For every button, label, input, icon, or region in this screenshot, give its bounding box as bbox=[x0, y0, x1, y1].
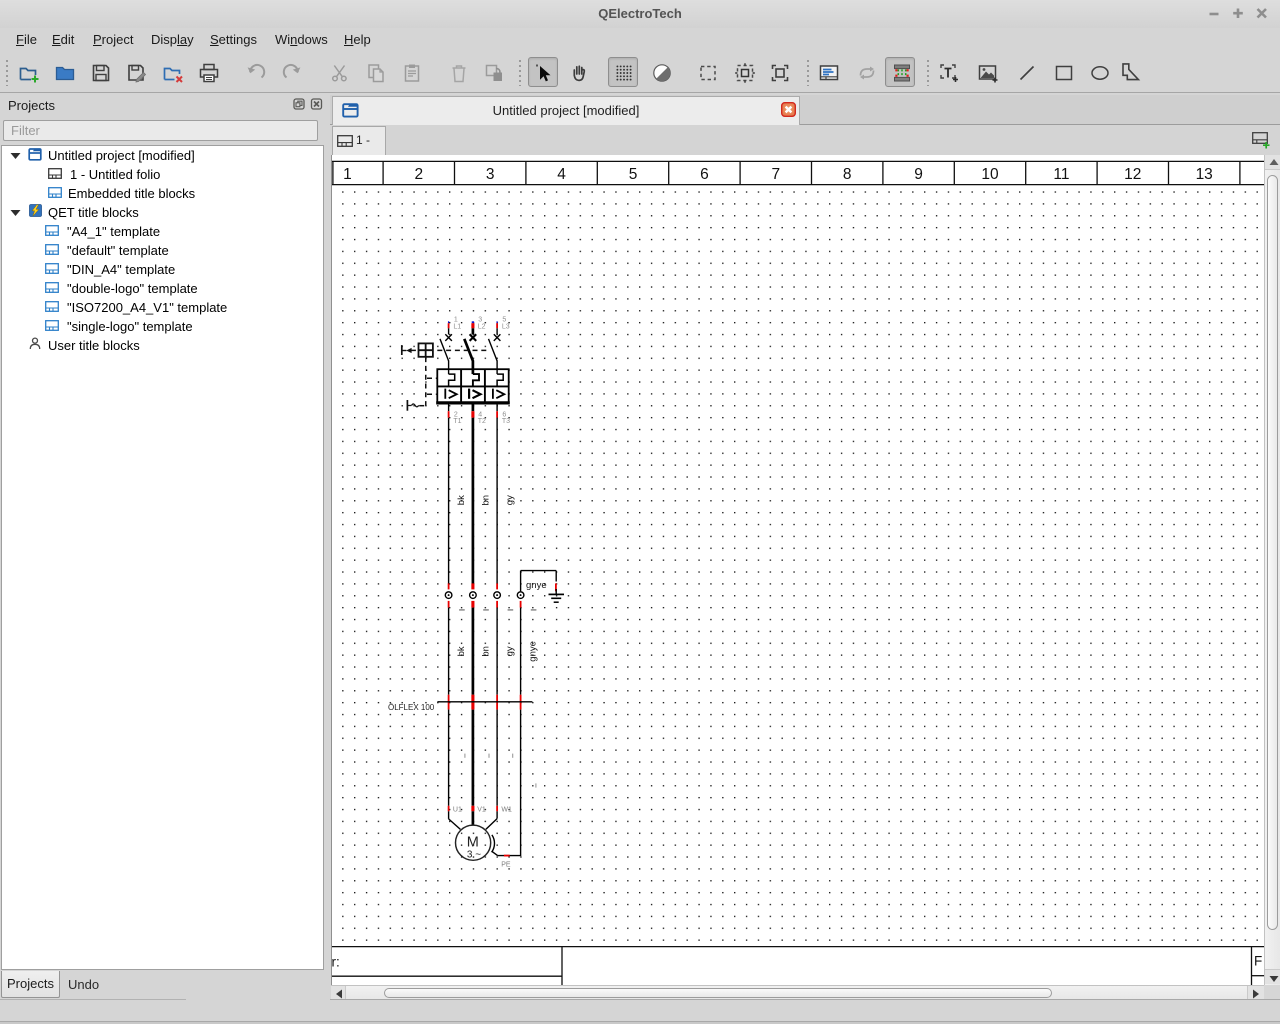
svg-text:gy: gy bbox=[504, 646, 515, 656]
svg-text:gnye: gnye bbox=[528, 641, 539, 662]
svg-text:L2: L2 bbox=[478, 324, 486, 331]
svg-text:bn: bn bbox=[480, 495, 491, 506]
svg-text:7: 7 bbox=[771, 166, 780, 183]
svg-text:8: 8 bbox=[843, 166, 852, 183]
svg-text:bn: bn bbox=[480, 646, 491, 657]
svg-text:1: 1 bbox=[343, 166, 352, 183]
svg-text:3 ~: 3 ~ bbox=[467, 850, 481, 861]
svg-text:3: 3 bbox=[486, 166, 495, 183]
svg-text:bk: bk bbox=[456, 646, 467, 656]
svg-text:2: 2 bbox=[414, 166, 423, 183]
svg-text:9: 9 bbox=[914, 166, 923, 183]
svg-text:U1: U1 bbox=[453, 806, 462, 813]
svg-text:T2: T2 bbox=[478, 418, 486, 425]
svg-text:L1: L1 bbox=[453, 324, 461, 331]
svg-text:5: 5 bbox=[629, 166, 638, 183]
svg-text:ÖLFLEX 100: ÖLFLEX 100 bbox=[388, 703, 435, 712]
svg-text:F: F bbox=[1254, 954, 1262, 969]
svg-text:gy: gy bbox=[504, 495, 515, 505]
svg-text:1: 1 bbox=[454, 317, 458, 324]
svg-text:bk: bk bbox=[456, 495, 467, 505]
svg-text:V1: V1 bbox=[477, 806, 486, 813]
svg-text:W1: W1 bbox=[501, 806, 512, 813]
svg-text:5: 5 bbox=[502, 317, 506, 324]
svg-text:4: 4 bbox=[557, 166, 566, 183]
svg-text:10: 10 bbox=[981, 166, 999, 183]
svg-text:6: 6 bbox=[700, 166, 709, 183]
svg-text:T1: T1 bbox=[453, 418, 461, 425]
svg-text:gnye: gnye bbox=[526, 580, 547, 591]
svg-text:3: 3 bbox=[478, 317, 482, 324]
svg-text:L3: L3 bbox=[502, 324, 510, 331]
svg-text:T3: T3 bbox=[502, 418, 510, 425]
svg-text:M: M bbox=[467, 835, 479, 851]
svg-text:13: 13 bbox=[1196, 166, 1213, 183]
svg-text:r:: r: bbox=[332, 955, 340, 970]
svg-text:11: 11 bbox=[1053, 166, 1069, 183]
svg-text:12: 12 bbox=[1124, 166, 1141, 183]
svg-text:PE: PE bbox=[501, 861, 511, 868]
